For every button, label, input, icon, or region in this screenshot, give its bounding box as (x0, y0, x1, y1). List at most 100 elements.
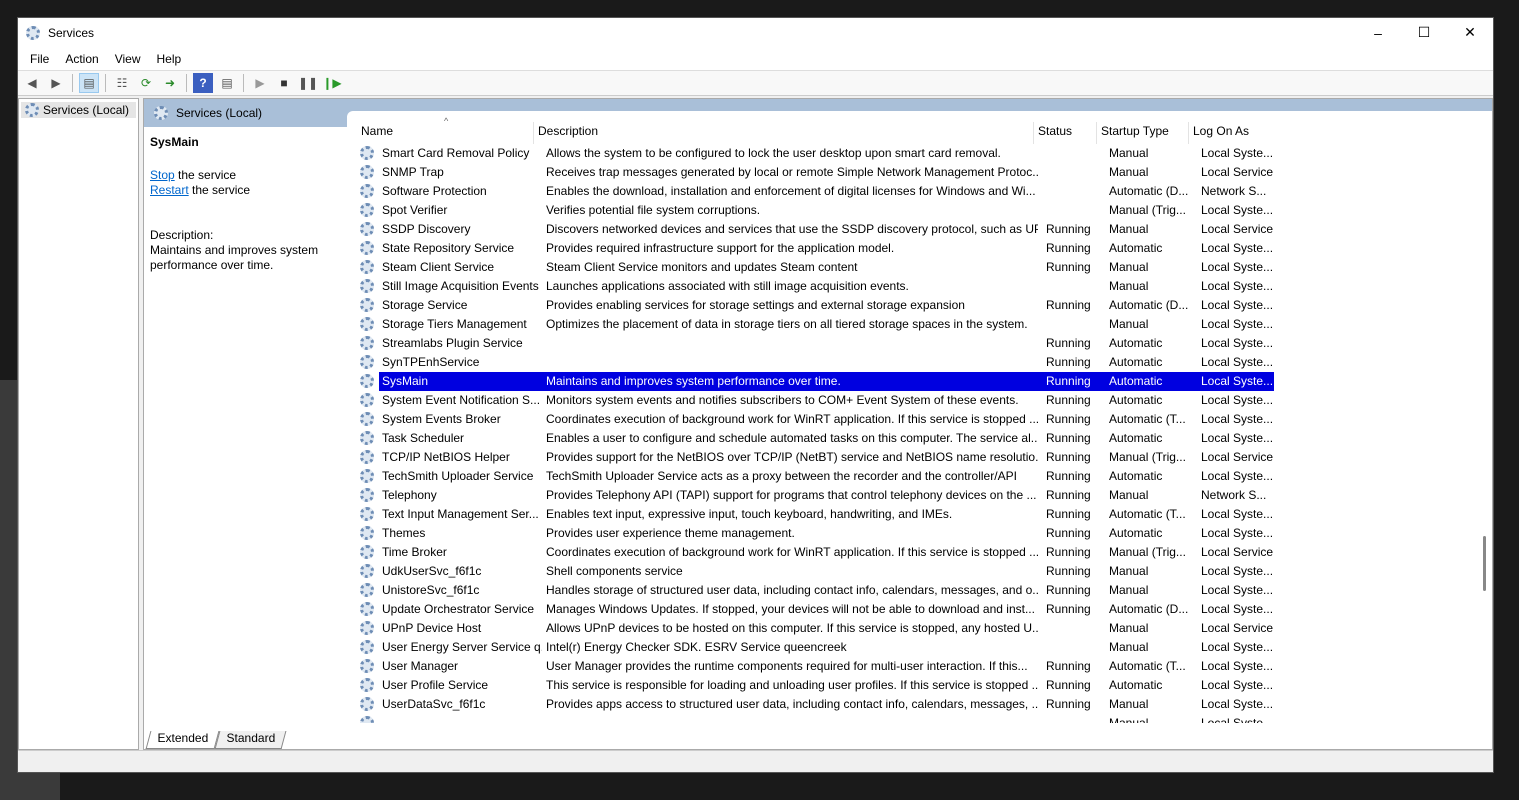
refresh-icon[interactable]: ⟳ (136, 73, 156, 93)
table-row[interactable]: Smart Card Removal Policy Allows the syst… (357, 144, 1273, 163)
table-row[interactable]: Still Image Acquisition Events Launches a… (357, 277, 1273, 296)
table-row[interactable]: SSDP Discovery Discovers networked device… (357, 220, 1273, 239)
cell-description: Intel(r) Energy Checker SDK. ESRV Servic… (546, 640, 847, 654)
cell-description: Manages Windows Updates. If stopped, you… (546, 602, 1035, 616)
table-row[interactable]: Task Scheduler Enables a user to configur… (357, 429, 1273, 448)
cell-name: System Event Notification S... (382, 393, 541, 407)
tab-standard[interactable]: Standard (214, 731, 286, 749)
menu-file[interactable]: File (22, 52, 57, 66)
table-row[interactable]: Software Protection Enables the download,… (357, 182, 1272, 201)
cell-startup: Manual (Trig... (1109, 545, 1186, 559)
table-row[interactable]: Telephony Provides Telephony API (TAPI) s… (357, 486, 1272, 505)
help-icon[interactable]: ? (193, 73, 213, 93)
table-row[interactable]: Update Orchestrator Service Manages Windo… (357, 600, 1273, 619)
cell-logon: Local Syste... (1201, 678, 1274, 692)
cell-description: Discovers networked devices and services… (546, 222, 1038, 236)
table-row[interactable]: Storage Service Provides enabling service… (357, 296, 1273, 315)
cell-description: Enables the download, installation and e… (546, 184, 1036, 198)
cell-name: State Repository Service (382, 241, 515, 255)
cell-status: Running (1046, 545, 1091, 559)
table-row[interactable]: User Energy Server Service q... Intel(r) … (357, 638, 1273, 657)
table-row[interactable]: System Event Notification S... Monitors s… (357, 391, 1273, 410)
table-row[interactable]: Storage Tiers Management Optimizes the pl… (357, 315, 1273, 334)
stop-service-icon[interactable]: ■ (274, 73, 294, 93)
back-icon[interactable]: ◀ (22, 73, 42, 93)
cell-startup: Automatic (1109, 374, 1163, 388)
service-gear-icon (360, 184, 375, 199)
close-button[interactable]: ✕ (1447, 18, 1493, 47)
restart-service-link[interactable]: Restart (150, 183, 189, 197)
action-pane-icon[interactable]: ▤ (217, 73, 237, 93)
tree-node-services-local[interactable]: Services (Local) (21, 102, 136, 118)
stop-suffix: the service (174, 168, 237, 182)
forward-icon[interactable]: ▶ (46, 73, 66, 93)
table-row[interactable]: Time Broker Coordinates execution of back… (357, 543, 1273, 562)
cell-logon: Local Syste... (1201, 526, 1274, 540)
column-header-description[interactable]: Description (533, 122, 1033, 144)
table-row[interactable]: Text Input Management Ser... Enables text… (357, 505, 1273, 524)
service-gear-icon (360, 260, 375, 275)
cell-name: UserDataSvc_f6f1c (382, 697, 486, 711)
column-header-status[interactable]: Status (1033, 122, 1096, 144)
table-row[interactable]: UdkUserSvc_f6f1c Shell components service… (357, 562, 1273, 581)
cell-description: Optimizes the placement of data in stora… (546, 317, 1028, 331)
table-row[interactable]: SNMP Trap Receives trap messages generate… (357, 163, 1273, 182)
table-row[interactable]: TechSmith Uploader Service TechSmith Uplo… (357, 467, 1273, 486)
cell-startup: Automatic (1109, 393, 1163, 407)
table-row[interactable]: Spot Verifier Verifies potential file sys… (357, 201, 1273, 220)
stop-service-link[interactable]: Stop (150, 168, 175, 182)
table-row[interactable]: TCP/IP NetBIOS Helper Provides support fo… (357, 448, 1273, 467)
column-header-log-on-as[interactable]: Log On As (1188, 122, 1278, 144)
cell-description: Shell components service (546, 564, 683, 578)
maximize-button[interactable]: ☐ (1401, 18, 1447, 47)
tab-label: Standard (226, 731, 275, 745)
table-row[interactable]: UserDataSvc_f6f1c Provides apps access to… (357, 695, 1273, 714)
cell-description: Provides Telephony API (TAPI) support fo… (546, 488, 1037, 502)
cell-logon: Network S... (1201, 488, 1267, 502)
table-row[interactable]: Themes Provides user experience theme man… (357, 524, 1273, 543)
table-row[interactable]: User Manager User Manager provides the ru… (357, 657, 1273, 676)
service-gear-icon (360, 393, 375, 408)
service-gear-icon (360, 602, 375, 617)
toolbar-separator (105, 74, 106, 92)
cell-description: Enables text input, expressive input, to… (546, 507, 953, 521)
menu-help[interactable]: Help (149, 52, 190, 66)
cell-logon: Local Service (1201, 545, 1274, 559)
properties-icon[interactable]: ☷ (112, 73, 132, 93)
menu-view[interactable]: View (107, 52, 149, 66)
selected-service-name: SysMain (150, 135, 199, 149)
table-row[interactable]: System Events Broker Coordinates executio… (357, 410, 1273, 429)
start-service-icon[interactable]: ▶ (250, 73, 270, 93)
cell-logon: Local Syste... (1201, 716, 1274, 723)
menu-action[interactable]: Action (57, 52, 106, 66)
table-row[interactable]: Manual Local Syste... (357, 714, 1273, 723)
column-header-startup-type[interactable]: Startup Type (1096, 122, 1188, 144)
cell-startup: Manual (1109, 165, 1149, 179)
cell-status: Running (1046, 659, 1091, 673)
service-gear-icon (360, 317, 375, 332)
table-row[interactable]: User Profile Service This service is resp… (357, 676, 1273, 695)
table-row[interactable]: State Repository Service Provides require… (357, 239, 1273, 258)
table-row[interactable]: SysMain Maintains and improves system per… (357, 372, 1274, 391)
cell-name: Telephony (382, 488, 437, 502)
cell-logon: Local Syste... (1201, 317, 1274, 331)
cell-description: Monitors system events and notifies subs… (546, 393, 1019, 407)
service-gear-icon (360, 374, 375, 389)
minimize-button[interactable]: – (1355, 18, 1401, 47)
scrollbar-thumb[interactable] (1483, 536, 1486, 591)
pause-service-icon[interactable]: ❚❚ (298, 73, 318, 93)
pane-header-title: Services (Local) (176, 106, 263, 120)
table-row[interactable]: Steam Client Service Steam Client Service… (357, 258, 1273, 277)
tab-extended[interactable]: Extended (145, 731, 220, 749)
cell-status: Running (1046, 222, 1091, 236)
export-list-icon[interactable]: ➜ (160, 73, 180, 93)
cell-description: Provides enabling services for storage s… (546, 298, 965, 312)
table-row[interactable]: UPnP Device Host Allows UPnP devices to b… (357, 619, 1273, 638)
vertical-scrollbar[interactable] (1476, 111, 1492, 723)
restart-service-icon[interactable]: ❙▶ (322, 73, 342, 93)
table-row[interactable]: UnistoreSvc_f6f1c Handles storage of stru… (357, 581, 1273, 600)
table-row[interactable]: Streamlabs Plugin Service Running Automati… (357, 334, 1273, 353)
show-hide-console-tree-icon[interactable]: ▤ (79, 73, 99, 93)
cell-name: UPnP Device Host (382, 621, 482, 635)
table-row[interactable]: SynTPEnhService Running Automatic Local Sys… (357, 353, 1273, 372)
